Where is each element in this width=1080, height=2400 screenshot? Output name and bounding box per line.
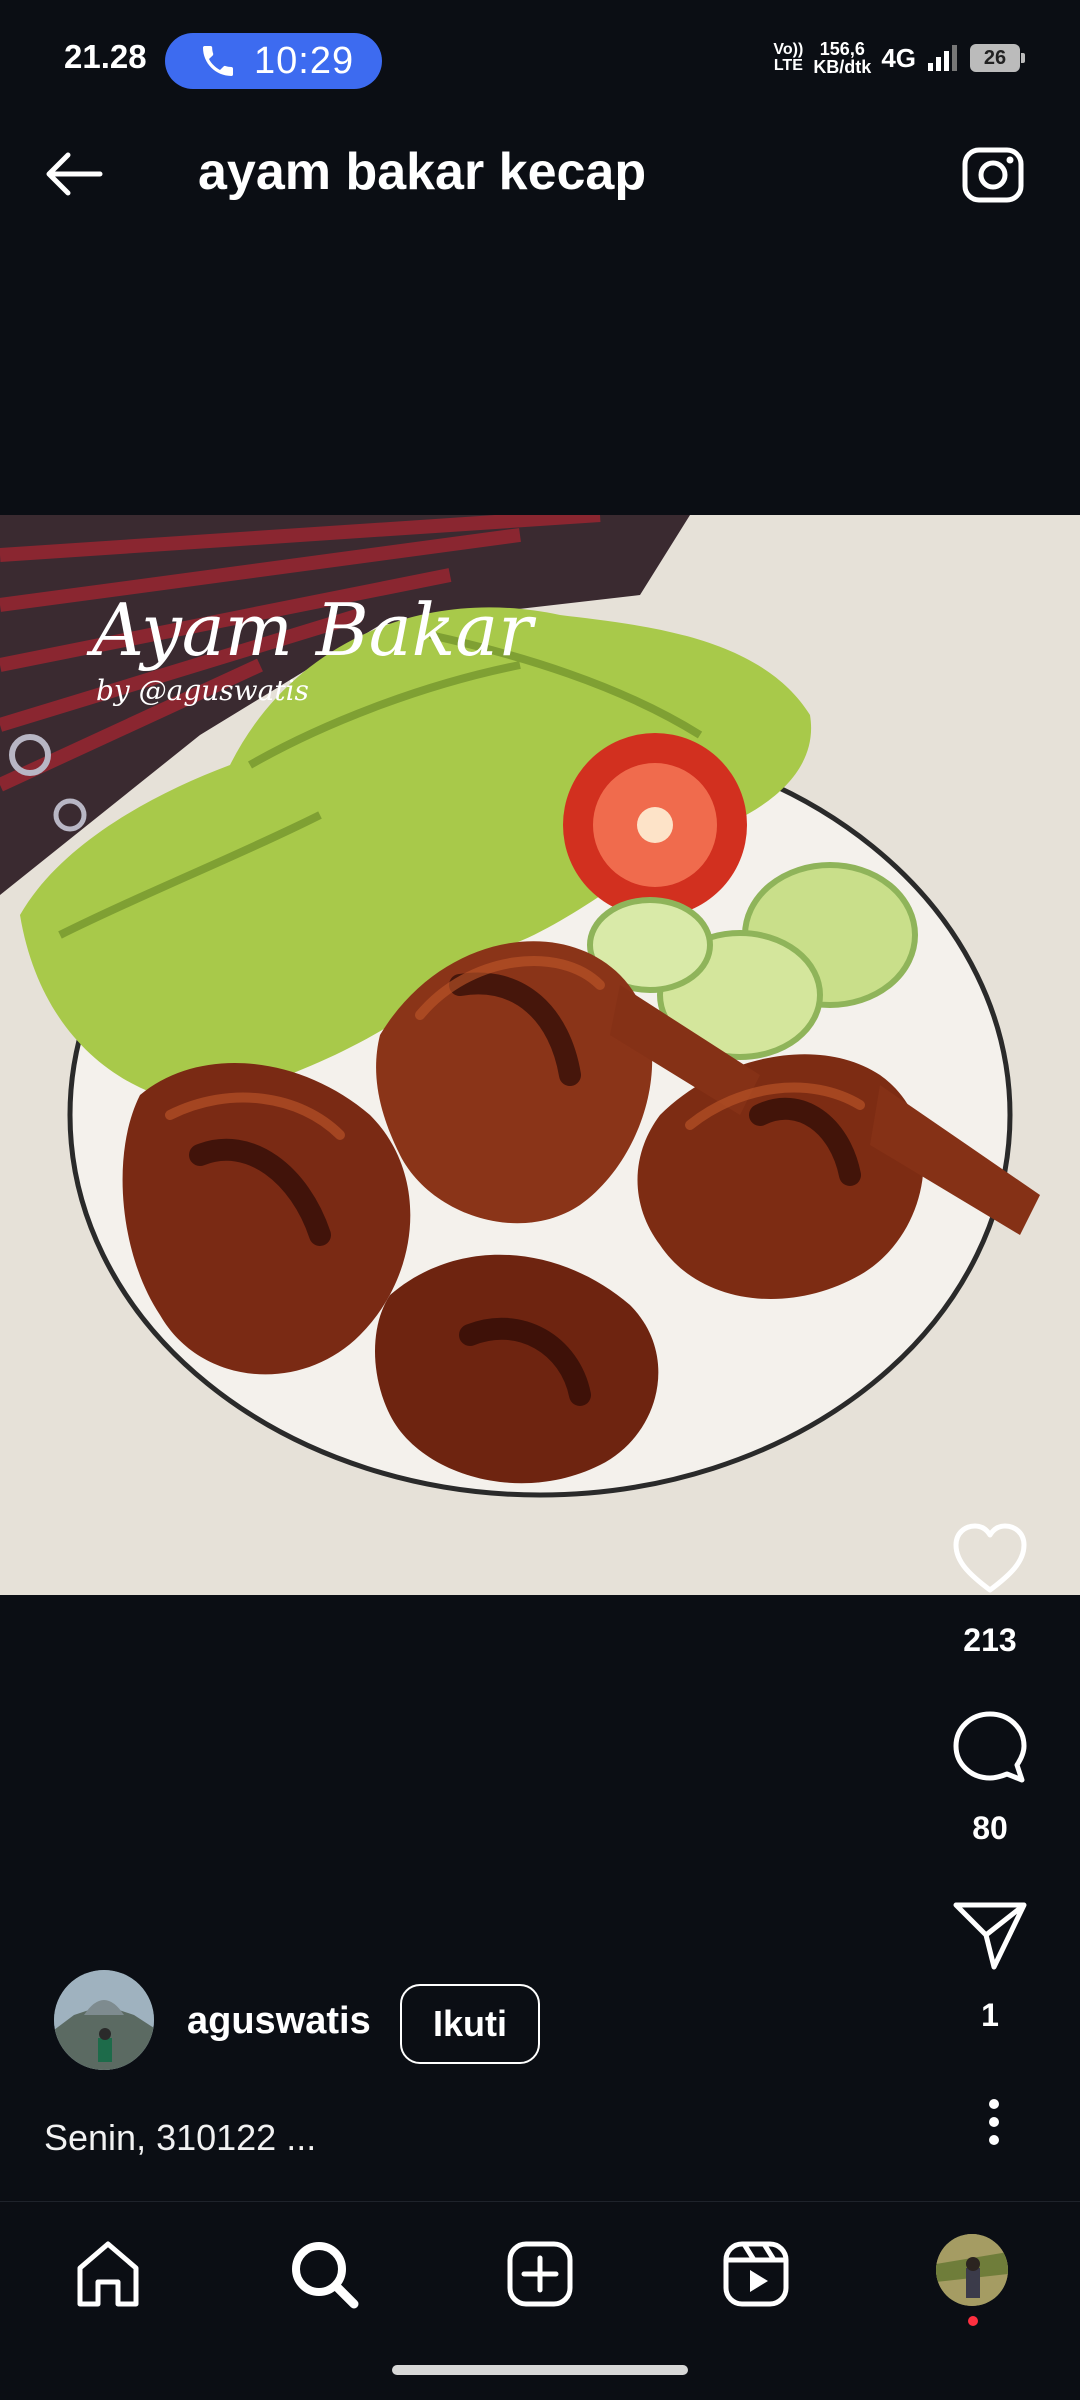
notification-dot [968, 2316, 978, 2326]
search-icon[interactable] [284, 2234, 364, 2314]
comment-count: 80 [972, 1810, 1008, 1846]
comment-icon[interactable] [950, 1708, 1030, 1788]
follow-button[interactable]: Ikuti [400, 1984, 540, 2064]
post-caption[interactable]: Senin, 310122 ... [44, 2117, 316, 2159]
author-avatar[interactable] [54, 1970, 154, 2070]
page-title: ayam bakar kecap [198, 143, 647, 201]
profile-avatar[interactable] [936, 2234, 1008, 2306]
status-clock: 21.28 [64, 38, 147, 75]
status-indicators: Vo)) LTE 156,6 KB/dtk 4G 26 [773, 40, 1025, 76]
home-indicator[interactable] [392, 2365, 688, 2375]
image-overlay-title: Ayam Bakar [86, 588, 536, 672]
share-action: 1 [930, 1895, 1050, 2034]
top-navigation: ayam bakar kecap [0, 100, 1080, 240]
volte-indicator: Vo)) LTE [773, 42, 803, 74]
post-image[interactable]: Ayam Bakar by @aguswatis [0, 515, 1080, 1595]
volte-bottom: LTE [773, 57, 803, 74]
network-speed: 156,6 KB/dtk [813, 40, 871, 76]
back-arrow-icon[interactable] [40, 138, 112, 210]
network-type: 4G [881, 42, 916, 73]
ongoing-call-pill[interactable]: 10:29 [165, 33, 382, 89]
reels-icon[interactable] [716, 2234, 796, 2314]
like-action: 213 [930, 1520, 1050, 1659]
phone-icon [203, 46, 233, 76]
image-overlay-credit: by @aguswatis [96, 674, 309, 707]
share-count: 1 [981, 1997, 999, 2033]
battery-indicator: 26 [970, 44, 1025, 72]
share-icon[interactable] [950, 1895, 1030, 1975]
more-options-icon[interactable] [964, 2092, 1024, 2152]
author-username[interactable]: aguswatis [187, 2000, 371, 2043]
camera-icon[interactable] [958, 138, 1030, 210]
comment-action: 80 [930, 1708, 1050, 1847]
speed-value: 156,6 [819, 39, 865, 59]
battery-level: 26 [983, 46, 1007, 69]
signal-icon [928, 45, 957, 71]
heart-icon[interactable] [950, 1520, 1030, 1600]
call-duration: 10:29 [254, 39, 355, 82]
status-bar: 21.28 10:29 Vo)) LTE 156,6 KB/dtk 4G 26 [0, 0, 1080, 92]
like-count: 213 [963, 1622, 1017, 1658]
speed-unit: KB/dtk [813, 57, 872, 77]
create-post-icon[interactable] [500, 2234, 580, 2314]
volte-top: Vo)) [773, 41, 804, 58]
home-icon[interactable] [68, 2234, 148, 2314]
